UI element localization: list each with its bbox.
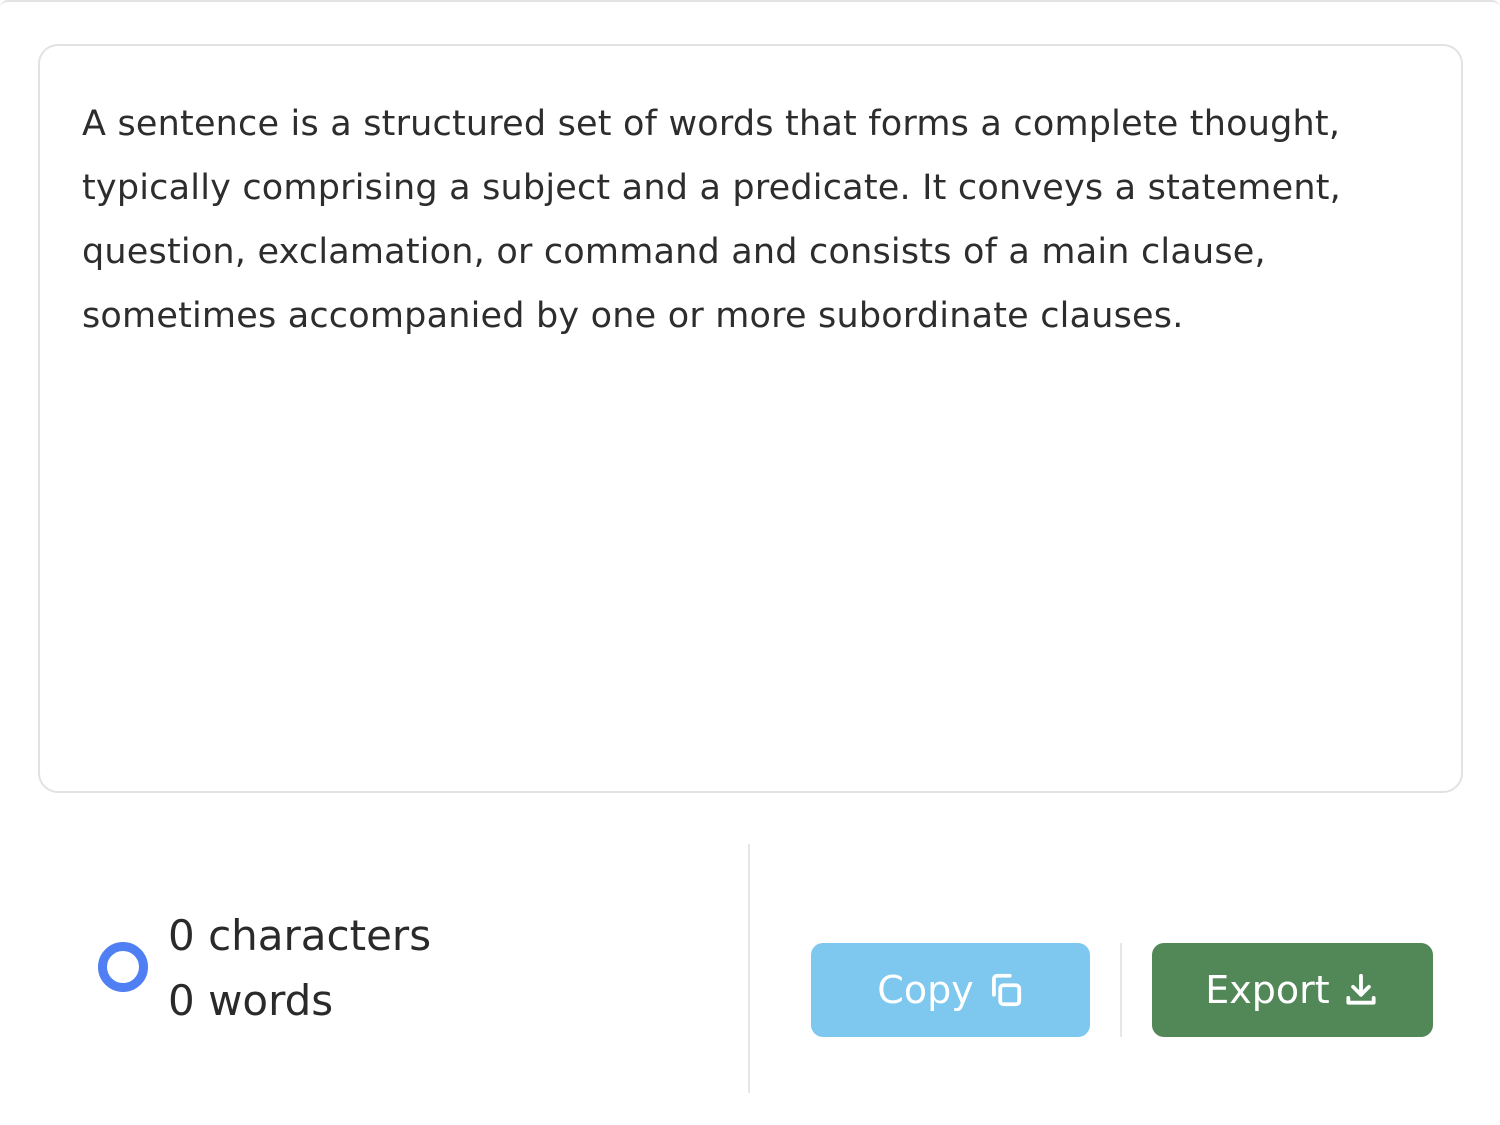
- footer-divider: [748, 844, 750, 1093]
- export-button-label: Export: [1205, 968, 1330, 1012]
- character-count: 0 characters: [168, 911, 432, 960]
- copy-icon: [986, 971, 1024, 1009]
- editor-content[interactable]: A sentence is a structured set of words …: [82, 92, 1402, 348]
- button-divider: [1120, 943, 1122, 1037]
- text-editor[interactable]: A sentence is a structured set of words …: [38, 44, 1463, 793]
- editor-footer: 0 characters 0 words Copy Export: [0, 844, 1500, 1094]
- text-tool-panel: A sentence is a structured set of words …: [0, 0, 1500, 1125]
- copy-button[interactable]: Copy: [811, 943, 1090, 1037]
- status-ring-icon: [98, 942, 148, 992]
- word-count: 0 words: [168, 976, 334, 1025]
- copy-button-label: Copy: [877, 968, 974, 1012]
- download-icon: [1342, 971, 1380, 1009]
- export-button[interactable]: Export: [1152, 943, 1433, 1037]
